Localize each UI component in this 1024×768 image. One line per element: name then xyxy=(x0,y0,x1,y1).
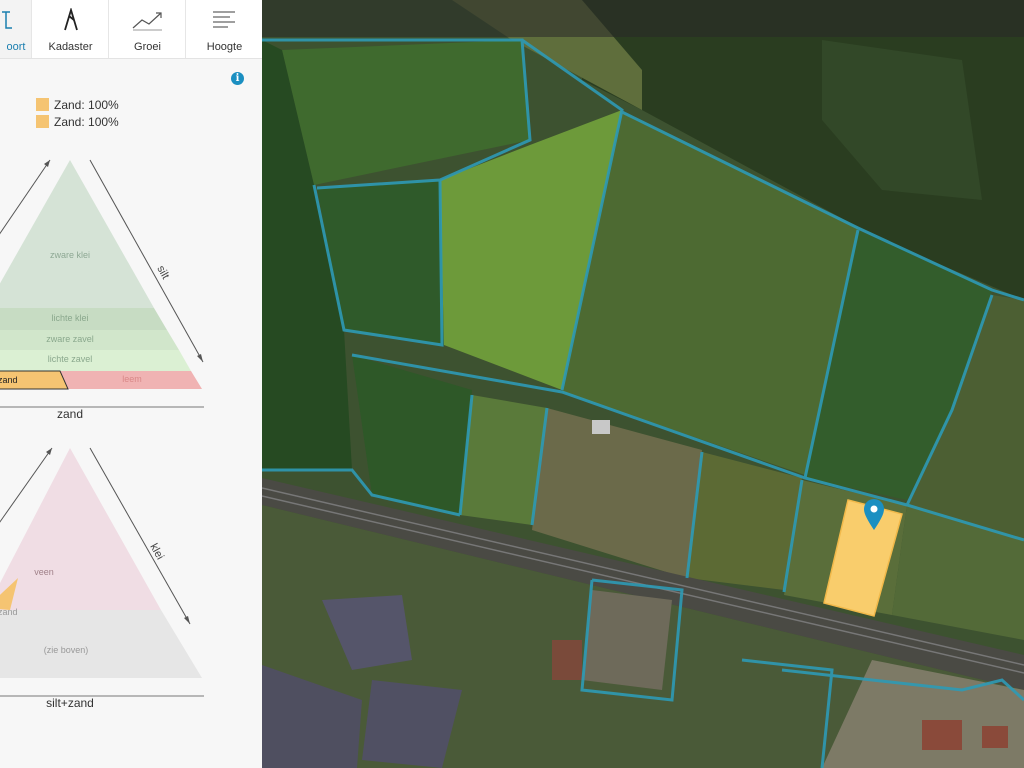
growth-chart-icon xyxy=(109,8,186,34)
arrow-head xyxy=(197,354,203,362)
tab-groei[interactable]: Groei xyxy=(108,0,186,58)
legend-label: Zand: 100% xyxy=(54,98,119,112)
legend-label: Zand: 100% xyxy=(54,115,119,129)
tab-hoogte[interactable]: Hoogte xyxy=(185,0,262,58)
arrow-head xyxy=(46,448,52,455)
building xyxy=(552,640,582,680)
tab-bar: oort Kadaster Groei Hoogte xyxy=(0,0,262,59)
zone-label: zand xyxy=(0,607,18,617)
tab-grondsoort[interactable]: oort xyxy=(0,0,32,58)
zone-label: (zie boven) xyxy=(44,645,89,655)
kadaster-icon xyxy=(32,6,109,34)
texture-triangle-chart: zware klei lichte klei zware zavel licht… xyxy=(0,159,204,421)
zone-label: lichte zavel xyxy=(48,354,93,364)
zone-lichte-zavel[interactable] xyxy=(0,350,191,371)
zone-label: veen xyxy=(34,567,54,577)
zone-label: lichte klei xyxy=(51,313,88,323)
building xyxy=(982,726,1008,748)
satellite-map[interactable] xyxy=(262,0,1024,768)
legend-swatch xyxy=(36,98,49,111)
building xyxy=(592,420,610,434)
sidebar: oort Kadaster Groei Hoogte i Zand: 100% … xyxy=(0,0,263,768)
axis-label-klei: klei xyxy=(147,542,166,562)
zone-label: zware klei xyxy=(50,250,90,260)
tab-label: oort xyxy=(6,41,26,53)
peat-triangle-chart: veen zand (zie boven) klei silt+zand xyxy=(0,447,204,710)
arrow-head xyxy=(184,616,190,624)
height-lines-icon xyxy=(186,8,262,34)
axis-label-zand: zand xyxy=(57,407,83,421)
soil-type-icon xyxy=(0,8,32,34)
axis-label-silt-zand: silt+zand xyxy=(46,696,94,710)
zone-label: zand xyxy=(0,375,18,385)
building xyxy=(922,720,962,750)
zone-veen[interactable] xyxy=(0,448,161,610)
tab-label: Groei xyxy=(134,41,161,53)
arrow-head xyxy=(44,160,50,167)
tab-kadaster[interactable]: Kadaster xyxy=(31,0,109,58)
map-top-bar xyxy=(262,0,1024,37)
legend-item: Zand: 100% xyxy=(36,97,119,113)
yard xyxy=(582,590,672,690)
zone-zie-boven[interactable] xyxy=(0,610,202,678)
tab-label: Kadaster xyxy=(48,41,93,53)
info-icon[interactable]: i xyxy=(231,72,244,85)
tab-label: Hoogte xyxy=(206,41,243,53)
zone-label: zware zavel xyxy=(46,334,94,344)
axis-label-silt: silt xyxy=(154,264,171,282)
legend-swatch xyxy=(36,115,49,128)
zone-label: leem xyxy=(122,374,142,384)
legend-item: Zand: 100% xyxy=(36,114,119,130)
